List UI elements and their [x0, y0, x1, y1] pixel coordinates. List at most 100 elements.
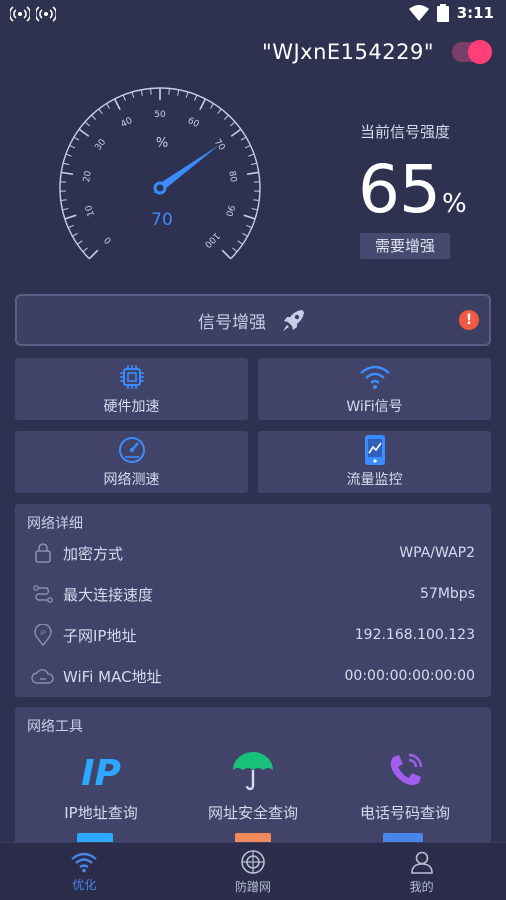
gauge-minor-tick — [240, 136, 247, 141]
tool-label: 电话号码查询 — [359, 804, 450, 822]
wifi-icon — [71, 852, 98, 872]
gauge-tick-label: 0 — [103, 234, 114, 245]
tool-phone-lookup[interactable]: 电话号码查询 — [330, 747, 480, 823]
gauge-minor-tick — [251, 208, 258, 211]
tools-title: 网络工具 — [27, 719, 83, 735]
detail-label: 加密方式 — [63, 544, 124, 563]
ip-pin-icon: IP — [31, 623, 55, 647]
signal-gauge: 0 10 20 30 40 50 60 70 80 90100 % 70 — [59, 87, 261, 260]
gauge-minor-tick — [63, 162, 70, 166]
gauge-major-tick — [78, 128, 90, 137]
tool-label: 网址安全查询 — [207, 804, 298, 822]
need-boost-badge[interactable]: 需要增强 — [360, 233, 450, 259]
gauge-minor-tick — [242, 232, 248, 237]
tool-ip-lookup[interactable]: IP IP地址查询 — [26, 747, 176, 823]
tile-wifi-signal[interactable]: WiFi信号 — [258, 358, 491, 420]
signal-label: 当前信号强度 — [360, 123, 451, 141]
umbrella-icon — [228, 747, 278, 794]
toggle-knob — [468, 40, 492, 64]
bottom-navigation: 优化 防蹭网 我的 — [0, 842, 506, 900]
gauge-tick-label: 100 — [202, 230, 221, 249]
gauge-minor-tick — [69, 144, 76, 149]
wifi-icon — [358, 362, 392, 392]
gauge-major-tick — [113, 98, 121, 110]
details-title: 网络详细 — [27, 516, 83, 532]
detail-value: 00:00:00:00:00:00 — [344, 668, 475, 684]
detail-row-mac: WiFi MAC地址 00:00:00:00:00:00 — [15, 661, 491, 691]
gauge-major-tick — [243, 214, 256, 220]
gauge-minor-tick — [65, 153, 72, 157]
gauge-tick-label: 70 — [212, 138, 227, 153]
wifi-toggle[interactable] — [452, 40, 492, 64]
gauge-minor-tick — [217, 108, 222, 115]
detail-row-max-speed: 最大连接速度 57Mbps — [15, 579, 491, 609]
ip-icon: IP — [76, 747, 126, 794]
gauge-minor-tick — [194, 94, 198, 101]
signal-value: 65% — [358, 150, 467, 244]
gauge-tick-label: 10 — [84, 203, 97, 217]
gauge-minor-tick — [105, 103, 111, 109]
svg-text:IP: IP — [81, 753, 121, 791]
gauge-tick-label: 30 — [94, 137, 109, 152]
gauge-major-tick — [88, 249, 99, 260]
battery-icon — [436, 4, 449, 22]
gauge-minor-tick — [131, 91, 135, 98]
detail-label: 子网IP地址 — [63, 626, 137, 645]
gauge-tick-label: 60 — [186, 116, 201, 130]
gauge-tick-label: 40 — [119, 116, 134, 130]
svg-text:IP: IP — [40, 629, 46, 637]
gauge-tick-label: 50 — [154, 110, 166, 120]
gauge-minor-tick — [91, 114, 97, 120]
tile-traffic-monitor[interactable]: 流量监控 — [258, 431, 491, 493]
tile-hardware-acceleration[interactable]: 硬件加速 — [15, 358, 248, 420]
gauge-tick-label: 80 — [226, 170, 238, 183]
rocket-icon — [283, 310, 304, 331]
gauge-major-tick — [230, 128, 242, 137]
gauge-major-tick — [221, 249, 232, 260]
hotspot-icon — [36, 6, 56, 22]
gauge-minor-tick — [72, 232, 78, 237]
tile-label: 网络测速 — [103, 472, 160, 488]
speedometer-icon — [115, 435, 149, 465]
network-details-card: 网络详细 加密方式 WPA/WAP2 最大连接速度 57Mbps IP 子网IP… — [15, 504, 491, 697]
gauge-minor-tick — [140, 89, 143, 96]
wifi-icon — [408, 5, 429, 21]
gauge-minor-tick — [185, 91, 189, 98]
warning-badge: ! — [459, 310, 479, 330]
gauge-minor-tick — [209, 103, 215, 109]
network-ssid: "WJxnE154229" — [262, 40, 434, 64]
gauge-minor-tick — [168, 88, 170, 95]
gauge-value: 70 — [151, 210, 173, 230]
gauge-minor-tick — [232, 247, 238, 253]
gauge-minor-tick — [60, 199, 67, 202]
radar-icon — [241, 849, 265, 874]
phone-icon — [380, 747, 430, 794]
gauge-major-tick — [61, 171, 74, 176]
detail-value: WPA/WAP2 — [399, 545, 475, 561]
detail-label: WiFi MAC地址 — [63, 667, 162, 686]
tool-label: IP地址查询 — [64, 804, 138, 822]
gauge-minor-tick — [177, 89, 180, 96]
tile-speed-test[interactable]: 网络测速 — [15, 431, 248, 493]
nav-tab-anti-leech[interactable]: 防蹭网 — [169, 843, 338, 900]
gauge-minor-tick — [246, 224, 252, 229]
detail-row-encryption: 加密方式 WPA/WAP2 — [15, 538, 491, 568]
tool-url-safety[interactable]: 网址安全查询 — [178, 747, 328, 823]
nav-tab-profile[interactable]: 我的 — [337, 843, 506, 900]
gauge-hub — [153, 181, 167, 195]
gauge-tick-label: 20 — [82, 170, 94, 183]
phone-chart-icon — [358, 435, 392, 465]
detail-row-subnet-ip: IP 子网IP地址 192.168.100.123 — [15, 620, 491, 650]
nav-tab-optimize[interactable]: 优化 — [0, 843, 169, 900]
gauge-major-tick — [64, 214, 77, 220]
gauge-unit: % — [156, 136, 168, 151]
gauge-minor-tick — [73, 136, 80, 141]
detail-value: 57Mbps — [420, 586, 475, 602]
nav-label: 我的 — [409, 879, 434, 894]
gauge-major-tick — [199, 98, 207, 110]
tile-label: 硬件加速 — [103, 399, 160, 415]
lock-icon — [31, 541, 55, 565]
signal-boost-button[interactable]: 信号增强 ! — [15, 294, 491, 346]
gauge-minor-tick — [248, 153, 255, 157]
gauge-minor-tick — [253, 199, 260, 202]
